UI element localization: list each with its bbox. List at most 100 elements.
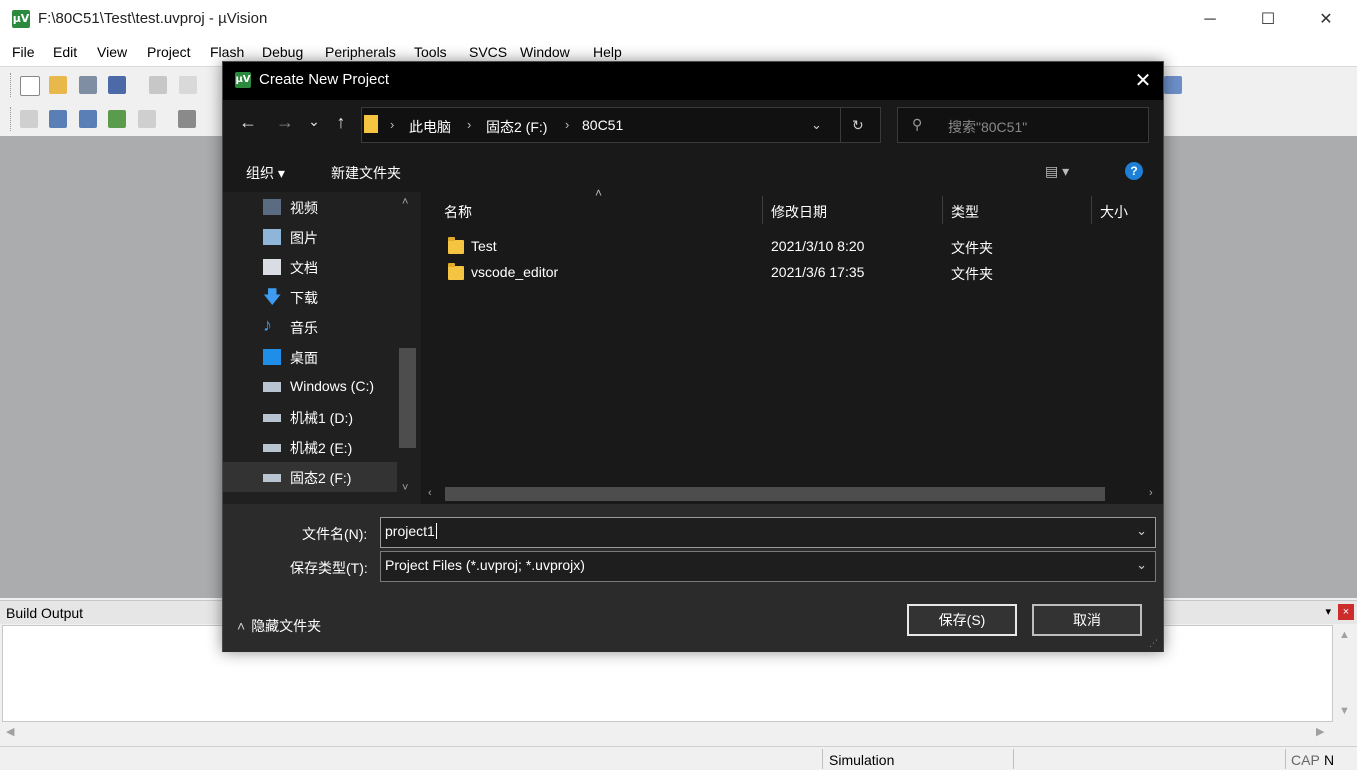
back-arrow-icon[interactable]: ←	[235, 112, 261, 133]
recent-locations-icon[interactable]: ⌄	[301, 113, 327, 130]
menu-view[interactable]: View	[97, 44, 127, 60]
column-header-type[interactable]: 类型	[951, 202, 979, 222]
build-icon[interactable]	[49, 110, 67, 128]
configure-tools-icon[interactable]	[1164, 76, 1182, 94]
breadcrumb-80c51[interactable]: 80C51	[582, 117, 623, 133]
tree-item-drive-e[interactable]: 机械2 (E:)	[223, 432, 397, 462]
file-list-scroll-thumb[interactable]	[445, 487, 1105, 501]
tree-item-documents[interactable]: 文档	[223, 252, 397, 282]
navigation-pane-scroll-thumb[interactable]	[399, 348, 416, 448]
column-header-date[interactable]: 修改日期	[771, 202, 827, 222]
menu-svcs[interactable]: SVCS	[469, 44, 507, 60]
address-bar[interactable]: › 此电脑 › 固态2 (F:) › 80C51 ⌄ ↻	[361, 107, 881, 143]
column-divider[interactable]	[762, 196, 763, 224]
translate-icon[interactable]	[20, 110, 38, 128]
filename-input[interactable]: project1 ⌄	[380, 517, 1156, 548]
menu-window[interactable]: Window	[520, 44, 570, 60]
scroll-left-icon[interactable]: ‹	[428, 487, 432, 499]
open-file-icon[interactable]	[49, 76, 67, 94]
menu-file[interactable]: File	[12, 44, 35, 60]
navigation-pane[interactable]: 视频 图片 文档 🡇 下载 ♪ 音乐 桌面 Windows (C:) 机械1 (	[223, 192, 419, 504]
tree-item-label: 图片	[290, 230, 318, 246]
stop-build-icon[interactable]	[138, 110, 156, 128]
batch-build-icon[interactable]	[108, 110, 126, 128]
column-divider[interactable]	[1091, 196, 1092, 224]
load-download-icon[interactable]	[178, 110, 196, 128]
tree-item-downloads[interactable]: 🡇 下载	[223, 282, 397, 312]
menu-flash[interactable]: Flash	[210, 44, 244, 60]
scroll-right-icon[interactable]: ▶	[1316, 725, 1324, 738]
search-input[interactable]: 搜索"80C51"	[948, 117, 1027, 137]
tree-item-music[interactable]: ♪ 音乐	[223, 312, 397, 342]
maximize-button[interactable]: ☐	[1239, 0, 1297, 40]
up-arrow-icon[interactable]: ↑	[328, 112, 354, 133]
close-button[interactable]: ✕	[1297, 0, 1355, 40]
view-options-icon[interactable]: ▤ ▾	[1045, 163, 1069, 180]
breadcrumb-drive-f[interactable]: 固态2 (F:)	[486, 117, 547, 137]
video-icon	[263, 199, 281, 215]
title-bar: µV F:\80C51\Test\test.uvproj - µVision ─…	[0, 0, 1357, 40]
refresh-icon[interactable]: ↻	[852, 117, 864, 134]
tree-item-pictures[interactable]: 图片	[223, 222, 397, 252]
file-list[interactable]: ˄ 名称 修改日期 类型 大小 Test 2021/3/10 8:20 文件夹 …	[421, 186, 1163, 504]
scroll-right-icon[interactable]: ›	[1149, 487, 1153, 499]
scroll-down-icon[interactable]: ˅	[402, 482, 408, 494]
chevron-up-icon: ˄	[237, 618, 246, 634]
copy-icon[interactable]	[179, 76, 197, 94]
file-row[interactable]: vscode_editor 2021/3/6 17:35 文件夹	[421, 260, 1163, 286]
dialog-close-button[interactable]: ✕	[1123, 67, 1163, 95]
menu-project[interactable]: Project	[147, 44, 191, 60]
resize-grip-icon[interactable]: ⋰	[1149, 638, 1158, 649]
toolbar-grip[interactable]	[10, 73, 14, 97]
menu-peripherals[interactable]: Peripherals	[325, 44, 396, 60]
chevron-down-icon[interactable]: ⌄	[1136, 523, 1147, 539]
filetype-select[interactable]: Project Files (*.uvproj; *.uvprojx) ⌄	[380, 551, 1156, 582]
toolbar-grip[interactable]	[10, 107, 14, 131]
file-list-hscrollbar[interactable]: ‹ ›	[421, 484, 1163, 504]
organize-button[interactable]: 组织 ▾	[246, 163, 285, 183]
chevron-down-icon[interactable]: ⌄	[1136, 557, 1147, 573]
build-output-title: Build Output	[6, 605, 84, 621]
minimize-button[interactable]: ─	[1181, 0, 1239, 40]
filetype-label: 保存类型(T):	[290, 560, 368, 576]
scroll-up-icon[interactable]: ▲	[1339, 629, 1350, 641]
save-icon[interactable]	[79, 76, 97, 94]
column-divider[interactable]	[942, 196, 943, 224]
scroll-left-icon[interactable]: ◀	[6, 725, 14, 738]
cancel-button[interactable]: 取消	[1032, 604, 1142, 636]
hide-folders-toggle[interactable]: ˄ 隐藏文件夹	[237, 616, 321, 636]
build-output-hscrollbar[interactable]: ◀ ▶	[2, 722, 1333, 742]
search-icon: ⚲	[912, 116, 923, 132]
tree-item-drive-f[interactable]: 固态2 (F:)	[223, 462, 397, 492]
address-divider	[840, 108, 841, 142]
rebuild-icon[interactable]	[79, 110, 97, 128]
scroll-up-icon[interactable]: ˄	[402, 196, 408, 208]
menu-debug[interactable]: Debug	[262, 44, 303, 60]
panel-close-icon[interactable]: ×	[1338, 604, 1354, 620]
help-icon[interactable]: ?	[1125, 162, 1143, 180]
save-button[interactable]: 保存(S)	[907, 604, 1017, 636]
menu-edit[interactable]: Edit	[53, 44, 77, 60]
breadcrumb-this-pc[interactable]: 此电脑	[409, 117, 451, 137]
folder-icon	[448, 263, 464, 280]
scroll-down-icon[interactable]: ▼	[1339, 705, 1350, 717]
hide-folders-label: 隐藏文件夹	[251, 618, 322, 634]
menu-tools[interactable]: Tools	[414, 44, 447, 60]
build-output-vscrollbar[interactable]: ▲ ▼	[1334, 625, 1354, 722]
search-box[interactable]: ⚲ 搜索"80C51"	[897, 107, 1149, 143]
new-folder-button[interactable]: 新建文件夹	[331, 163, 401, 183]
column-header-size[interactable]: 大小	[1100, 202, 1128, 222]
tree-item-videos[interactable]: 视频	[223, 192, 397, 222]
tree-item-drive-c[interactable]: Windows (C:)	[223, 372, 397, 402]
address-dropdown-icon[interactable]: ⌄	[811, 117, 822, 133]
tree-item-desktop[interactable]: 桌面	[223, 342, 397, 372]
save-all-icon[interactable]	[108, 76, 126, 94]
pin-icon[interactable]: ▾	[1325, 605, 1331, 618]
forward-arrow-icon[interactable]: →	[272, 112, 298, 133]
cut-icon[interactable]	[149, 76, 167, 94]
tree-item-drive-d[interactable]: 机械1 (D:)	[223, 402, 397, 432]
new-file-icon[interactable]	[20, 76, 40, 96]
file-row[interactable]: Test 2021/3/10 8:20 文件夹	[421, 234, 1163, 260]
menu-help[interactable]: Help	[593, 44, 622, 60]
column-header-name[interactable]: 名称	[444, 202, 472, 222]
